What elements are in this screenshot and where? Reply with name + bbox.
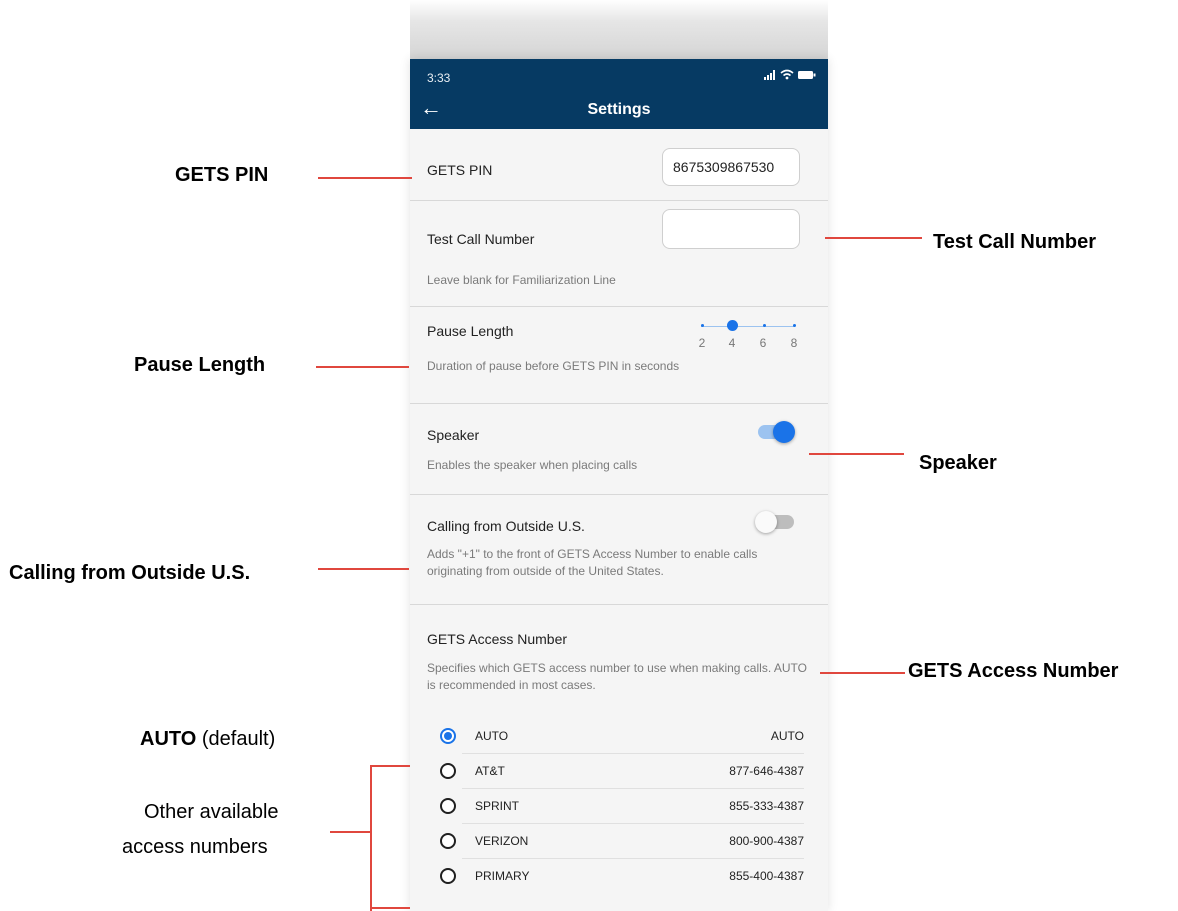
- callout-line: [330, 831, 372, 833]
- outside-us-toggle[interactable]: [755, 511, 795, 533]
- callout-speaker: Speaker: [919, 452, 997, 474]
- access-option-value: 855-400-4387: [729, 869, 804, 883]
- access-option-name: SPRINT: [475, 799, 520, 813]
- access-option-name: AUTO: [475, 729, 509, 743]
- toggle-knob: [755, 511, 777, 533]
- callout-line: [820, 672, 905, 674]
- callout-auto: AUTO (default): [140, 728, 275, 751]
- callout-other-line1: Other available: [144, 801, 279, 823]
- speaker-label: Speaker: [427, 427, 480, 443]
- slider-dot: [701, 324, 704, 327]
- gets-pin-section: GETS PIN: [410, 129, 828, 201]
- access-option-att[interactable]: AT&T 877-646-4387: [438, 755, 804, 789]
- access-option-value: AUTO: [770, 729, 804, 743]
- pause-length-description: Duration of pause before GETS PIN in sec…: [427, 359, 680, 373]
- callout-gets-pin: GETS PIN: [175, 164, 269, 186]
- callout-line: [370, 907, 410, 909]
- pause-length-label: Pause Length: [427, 323, 514, 339]
- callout-access-number: GETS Access Number: [908, 660, 1119, 682]
- access-option-sprint[interactable]: SPRINT 855-333-4387: [438, 790, 804, 824]
- access-option-value: 877-646-4387: [729, 764, 804, 778]
- battery-icon: [798, 70, 816, 79]
- row-divider: [462, 823, 804, 824]
- callout-line: [318, 568, 409, 570]
- test-call-section: Test Call Number Leave blank for Familia…: [410, 201, 828, 307]
- callout-line: [316, 366, 409, 368]
- access-option-verizon[interactable]: VERIZON 800-900-4387: [438, 825, 804, 859]
- app-header: 3:33 ← Settings: [410, 59, 828, 129]
- phone-screen: 3:33 ← Settings GETS PIN Test Call: [410, 59, 828, 911]
- gets-pin-label: GETS PIN: [427, 162, 493, 178]
- slider-tick: 2: [698, 336, 706, 350]
- page-title: Settings: [587, 101, 651, 118]
- row-divider: [462, 753, 804, 754]
- slider-track: [701, 326, 795, 327]
- access-option-primary[interactable]: PRIMARY 855-400-4387: [438, 860, 804, 894]
- slider-tick: 8: [790, 336, 798, 350]
- access-option-value: 800-900-4387: [729, 834, 804, 848]
- row-divider: [462, 788, 804, 789]
- callout-line: [809, 453, 904, 455]
- radio-unchecked-icon[interactable]: [440, 833, 456, 849]
- callout-line: [370, 765, 410, 767]
- access-number-section: GETS Access Number Specifies which GETS …: [410, 605, 828, 911]
- slider-dot: [763, 324, 766, 327]
- speaker-section: Speaker Enables the speaker when placing…: [410, 404, 828, 495]
- callout-outside-us: Calling from Outside U.S.: [9, 562, 251, 584]
- test-call-description: Leave blank for Familiarization Line: [427, 273, 616, 287]
- access-option-name: VERIZON: [475, 834, 529, 848]
- access-option-auto[interactable]: AUTO AUTO: [438, 720, 804, 754]
- callout-test-call: Test Call Number: [933, 231, 1096, 253]
- radio-unchecked-icon[interactable]: [440, 798, 456, 814]
- speaker-description: Enables the speaker when placing calls: [427, 458, 638, 472]
- callout-other-line2: access numbers: [122, 836, 268, 858]
- slider-dot: [793, 324, 796, 327]
- radio-unchecked-icon[interactable]: [440, 763, 456, 779]
- pause-length-slider[interactable]: 2 4 6 8: [698, 319, 798, 350]
- access-option-name: AT&T: [475, 764, 505, 778]
- status-icons: [764, 69, 816, 80]
- outside-us-label: Calling from Outside U.S.: [427, 518, 585, 534]
- radio-unchecked-icon[interactable]: [440, 868, 456, 884]
- slider-tick: 6: [759, 336, 767, 350]
- slider-thumb[interactable]: [727, 320, 738, 331]
- access-number-description: Specifies which GETS access number to us…: [427, 661, 807, 692]
- phone-top-shade: [410, 0, 828, 60]
- callout-auto-suffix: (default): [201, 728, 276, 750]
- test-call-input[interactable]: [662, 209, 800, 249]
- row-divider: [462, 858, 804, 859]
- wifi-icon: [780, 69, 794, 80]
- toggle-knob: [773, 421, 795, 443]
- pause-length-section: Pause Length 2 4 6 8 Duration of pause b…: [410, 307, 828, 404]
- callout-line: [318, 177, 412, 179]
- test-call-label: Test Call Number: [427, 231, 535, 247]
- callout-pause-length: Pause Length: [134, 354, 266, 376]
- gets-pin-input[interactable]: [662, 148, 800, 186]
- speaker-toggle[interactable]: [755, 421, 795, 443]
- outside-us-section: Calling from Outside U.S. Adds "+1" to t…: [410, 495, 828, 605]
- signal-icon: [764, 69, 775, 80]
- access-number-label: GETS Access Number: [427, 631, 568, 647]
- callout-auto-bold: AUTO: [140, 728, 197, 750]
- callout-line: [825, 237, 922, 239]
- access-option-name: PRIMARY: [475, 869, 530, 883]
- radio-checked-icon[interactable]: [440, 728, 456, 744]
- access-option-value: 855-333-4387: [729, 799, 804, 813]
- outside-us-description: Adds "+1" to the front of GETS Access Nu…: [427, 547, 758, 578]
- status-time: 3:33: [427, 71, 451, 85]
- slider-tick: 4: [728, 336, 736, 350]
- callout-bracket: [370, 765, 372, 911]
